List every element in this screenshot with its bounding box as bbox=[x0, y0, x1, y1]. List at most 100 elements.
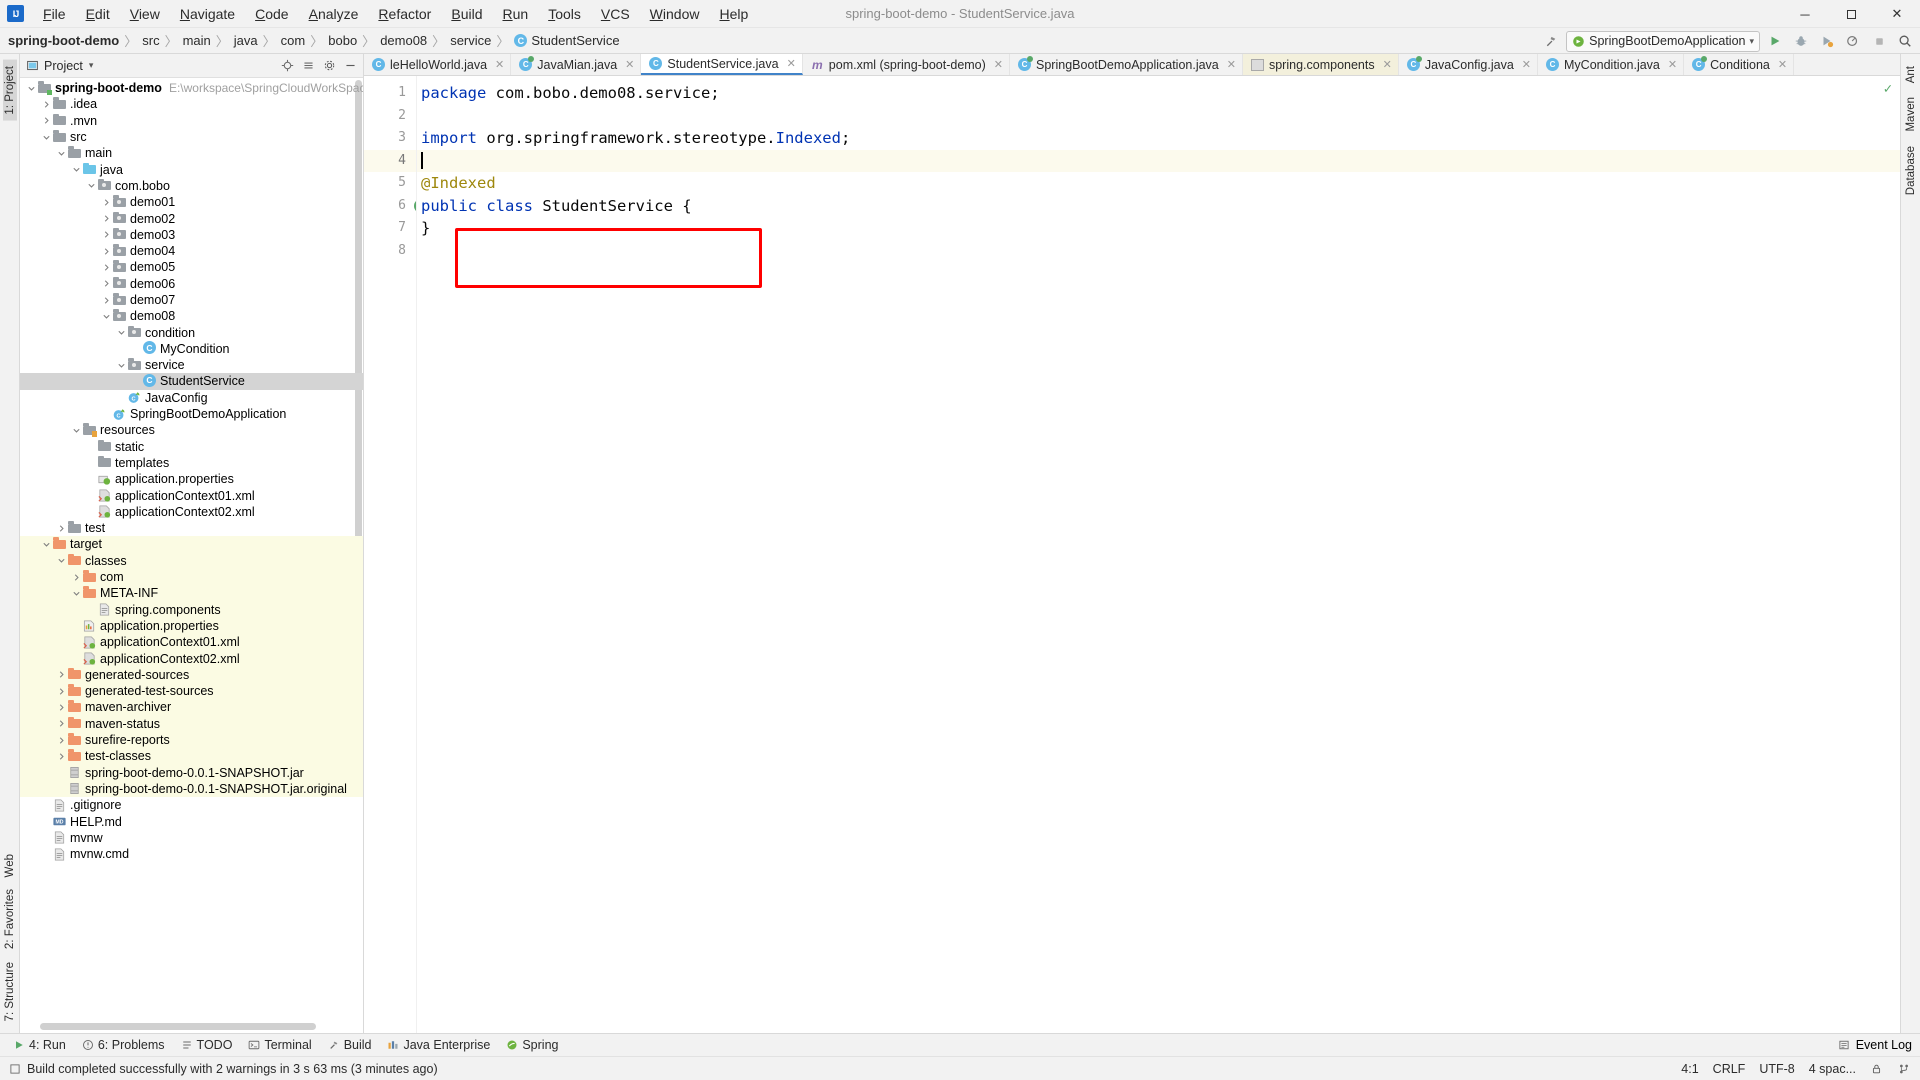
tree-node--gitignore[interactable]: .gitignore bbox=[20, 797, 363, 813]
chevron-right-icon[interactable] bbox=[56, 718, 67, 729]
chevron-right-icon[interactable] bbox=[101, 295, 112, 306]
hscrollbar-thumb[interactable] bbox=[40, 1023, 316, 1030]
tree-node-help-md[interactable]: MDHELP.md bbox=[20, 813, 363, 829]
close-tab-icon[interactable]: ✕ bbox=[1522, 58, 1531, 71]
breadcrumb-item-com[interactable]: com bbox=[281, 33, 306, 48]
code-line-6[interactable]: public class StudentService { bbox=[417, 195, 1900, 218]
run-configuration-selector[interactable]: SpringBootDemoApplication ▾ bbox=[1566, 31, 1760, 52]
chevron-down-icon[interactable] bbox=[86, 180, 97, 191]
tree-node-applicationcontext02-xml[interactable]: applicationContext02.xml bbox=[20, 504, 363, 520]
tree-node-demo04[interactable]: demo04 bbox=[20, 243, 363, 259]
menu-item-edit[interactable]: Edit bbox=[76, 3, 120, 25]
sidebar-item-structure[interactable]: 7: Structure bbox=[3, 956, 17, 1027]
bottom-tool-build[interactable]: Build bbox=[321, 1036, 379, 1054]
code-line-4[interactable] bbox=[417, 150, 1900, 173]
bottom-tool-6-problems[interactable]: 6: Problems bbox=[75, 1036, 172, 1054]
chevron-right-icon[interactable] bbox=[56, 751, 67, 762]
tree-node-demo02[interactable]: demo02 bbox=[20, 210, 363, 226]
tree-node-demo01[interactable]: demo01 bbox=[20, 194, 363, 210]
tree-node-generated-test-sources[interactable]: generated-test-sources bbox=[20, 683, 363, 699]
code-line-5[interactable]: @Indexed bbox=[417, 172, 1900, 195]
hammer-icon[interactable] bbox=[1540, 30, 1562, 52]
chevron-right-icon[interactable] bbox=[41, 115, 52, 126]
chevron-down-icon[interactable] bbox=[56, 148, 67, 159]
sidebar-item-maven[interactable]: Maven bbox=[1904, 91, 1918, 138]
chevron-down-icon[interactable] bbox=[41, 539, 52, 550]
chevron-right-icon[interactable] bbox=[101, 246, 112, 257]
tree-node-meta-inf[interactable]: META-INF bbox=[20, 585, 363, 601]
gutter-line-1[interactable]: 1 bbox=[364, 82, 416, 105]
close-tab-icon[interactable]: ✕ bbox=[1778, 58, 1787, 71]
chevron-right-icon[interactable] bbox=[101, 262, 112, 273]
tree-node-spring-components[interactable]: spring.components bbox=[20, 602, 363, 618]
close-tab-icon[interactable]: ✕ bbox=[495, 58, 504, 71]
file-encoding[interactable]: UTF-8 bbox=[1759, 1062, 1794, 1076]
tree-node-application-properties[interactable]: application.properties bbox=[20, 618, 363, 634]
menu-item-window[interactable]: Window bbox=[640, 3, 710, 25]
tree-node-studentservice[interactable]: CStudentService bbox=[20, 373, 363, 389]
sidebar-item-web[interactable]: Web bbox=[3, 848, 17, 883]
close-tab-icon[interactable]: ✕ bbox=[1227, 58, 1236, 71]
branch-icon[interactable] bbox=[1897, 1062, 1910, 1075]
tree-node-test-classes[interactable]: test-classes bbox=[20, 748, 363, 764]
tree-node-mvnw-cmd[interactable]: mvnw.cmd bbox=[20, 846, 363, 862]
search-everywhere-icon[interactable] bbox=[1894, 30, 1916, 52]
bottom-tool-terminal[interactable]: Terminal bbox=[241, 1036, 318, 1054]
chevron-right-icon[interactable] bbox=[56, 523, 67, 534]
indent-setting[interactable]: 4 spac... bbox=[1809, 1062, 1856, 1076]
breadcrumb-item-src[interactable]: src bbox=[142, 33, 159, 48]
caret-position[interactable]: 4:1 bbox=[1681, 1062, 1698, 1076]
close-tab-icon[interactable]: ✕ bbox=[787, 57, 796, 70]
tree-node-condition[interactable]: condition bbox=[20, 324, 363, 340]
close-tab-icon[interactable]: ✕ bbox=[1668, 58, 1677, 71]
sidebar-item-database[interactable]: Database bbox=[1904, 140, 1918, 201]
code-line-7[interactable]: } bbox=[417, 217, 1900, 240]
editor-tab-springbootdemoapplication-java[interactable]: CSpringBootDemoApplication.java✕ bbox=[1010, 54, 1243, 75]
gutter-line-4[interactable]: 4 bbox=[364, 150, 416, 173]
tree-node--mvn[interactable]: .mvn bbox=[20, 113, 363, 129]
breadcrumb-item-service[interactable]: service bbox=[450, 33, 491, 48]
code-line-8[interactable] bbox=[417, 240, 1900, 263]
menu-item-file[interactable]: File bbox=[33, 3, 76, 25]
project-tree[interactable]: spring-boot-demoE:\workspace\SpringCloud… bbox=[20, 78, 363, 1033]
sidebar-item-favorites[interactable]: 2: Favorites bbox=[3, 883, 17, 955]
profiler-icon[interactable] bbox=[1842, 30, 1864, 52]
breadcrumb-item-main[interactable]: main bbox=[183, 33, 211, 48]
editor-tab-studentservice-java[interactable]: CStudentService.java✕ bbox=[641, 54, 802, 75]
menu-item-help[interactable]: Help bbox=[709, 3, 758, 25]
chevron-right-icon[interactable] bbox=[101, 213, 112, 224]
tree-node-service[interactable]: service bbox=[20, 357, 363, 373]
tree-node-maven-status[interactable]: maven-status bbox=[20, 716, 363, 732]
tree-node-demo08[interactable]: demo08 bbox=[20, 308, 363, 324]
project-panel-chevron-icon[interactable]: ▾ bbox=[89, 60, 94, 71]
chevron-right-icon[interactable] bbox=[41, 99, 52, 110]
breadcrumb-item-spring-boot-demo[interactable]: spring-boot-demo bbox=[8, 33, 119, 48]
chevron-right-icon[interactable] bbox=[71, 572, 82, 583]
tree-node-static[interactable]: static bbox=[20, 439, 363, 455]
line-separator[interactable]: CRLF bbox=[1713, 1062, 1746, 1076]
chevron-right-icon[interactable] bbox=[101, 229, 112, 240]
project-tree-hscrollbar[interactable] bbox=[40, 1022, 355, 1031]
bottom-tool-spring[interactable]: Spring bbox=[499, 1036, 565, 1054]
tree-node-classes[interactable]: classes bbox=[20, 553, 363, 569]
close-tab-icon[interactable]: ✕ bbox=[625, 58, 634, 71]
chevron-down-icon[interactable] bbox=[116, 360, 127, 371]
lock-icon[interactable] bbox=[1870, 1062, 1883, 1075]
tree-node-javaconfig[interactable]: CJavaConfig bbox=[20, 390, 363, 406]
gutter-line-6[interactable]: 6 bbox=[364, 195, 416, 218]
tree-node-springbootdemoapplication[interactable]: CSpringBootDemoApplication bbox=[20, 406, 363, 422]
chevron-down-icon[interactable] bbox=[56, 555, 67, 566]
code-line-1[interactable]: package com.bobo.demo08.service; bbox=[417, 82, 1900, 105]
tree-node-applicationcontext01-xml[interactable]: applicationContext01.xml bbox=[20, 634, 363, 650]
tree-node--idea[interactable]: .idea bbox=[20, 96, 363, 112]
chevron-down-icon[interactable] bbox=[71, 588, 82, 599]
bottom-tool-todo[interactable]: TODO bbox=[174, 1036, 240, 1054]
chevron-down-icon[interactable] bbox=[116, 327, 127, 338]
chevron-down-icon[interactable] bbox=[41, 132, 52, 143]
gutter-line-8[interactable]: 8 bbox=[364, 240, 416, 263]
close-button[interactable]: ✕ bbox=[1874, 0, 1920, 28]
close-tab-icon[interactable]: ✕ bbox=[1383, 58, 1392, 71]
editor-gutter[interactable]: 12345678 bbox=[364, 76, 416, 1033]
code-line-3[interactable]: import org.springframework.stereotype.In… bbox=[417, 127, 1900, 150]
sidebar-item-ant[interactable]: Ant bbox=[1904, 60, 1918, 89]
